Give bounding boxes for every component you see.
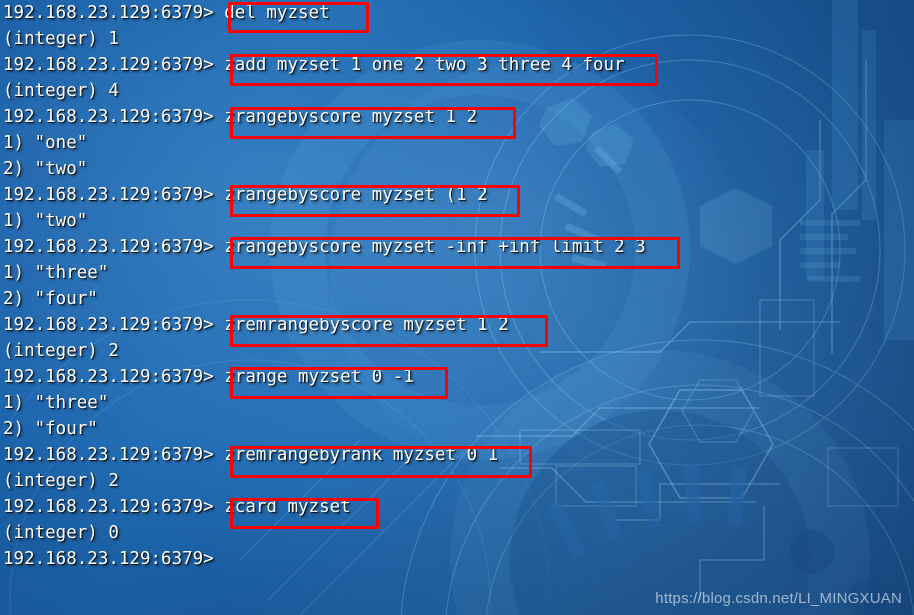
terminal-reply-line: (integer) 1 (3, 29, 119, 49)
command-highlight-box (228, 2, 369, 33)
terminal-prompt: 192.168.23.129:6379> (3, 367, 214, 387)
terminal-reply-line: 2) "four" (3, 419, 98, 439)
terminal-prompt: 192.168.23.129:6379> (3, 237, 214, 257)
terminal-reply-line: 1) "one" (3, 133, 88, 153)
terminal-reply-line: (integer) 4 (3, 81, 119, 101)
command-highlight-box (230, 498, 379, 529)
terminal-command-line: 192.168.23.129:6379> (3, 546, 214, 572)
terminal-reply-line: 2) "four" (3, 289, 98, 309)
terminal-prompt: 192.168.23.129:6379> (3, 185, 214, 205)
terminal-reply-line: (integer) 2 (3, 341, 119, 361)
terminal-prompt: 192.168.23.129:6379> (3, 55, 214, 75)
command-highlight-box (230, 315, 548, 347)
command-highlight-box (230, 185, 520, 217)
terminal-reply-line: 2) "two" (3, 159, 88, 179)
terminal-prompt: 192.168.23.129:6379> (3, 549, 214, 569)
screenshot-root: 192.168.23.129:6379> del myzset (integer)… (0, 0, 914, 615)
terminal-reply-line: 1) "two" (3, 211, 88, 231)
command-highlight-box (230, 367, 448, 399)
terminal-reply-line: (integer) 0 (3, 523, 119, 543)
terminal-prompt: 192.168.23.129:6379> (3, 445, 214, 465)
terminal-prompt: 192.168.23.129:6379> (3, 315, 214, 335)
command-highlight-box (230, 237, 680, 269)
command-highlight-box (230, 107, 516, 139)
terminal-prompt: 192.168.23.129:6379> (3, 107, 214, 127)
terminal-reply-line: (integer) 2 (3, 471, 119, 491)
terminal-prompt: 192.168.23.129:6379> (3, 497, 214, 517)
terminal-reply-line: 1) "three" (3, 263, 109, 283)
terminal-reply-line: 1) "three" (3, 393, 109, 413)
command-highlight-box (230, 446, 532, 478)
watermark-text: https://blog.csdn.net/LI_MINGXUAN (655, 590, 902, 607)
terminal-prompt: 192.168.23.129:6379> (3, 3, 214, 23)
command-highlight-box (230, 54, 658, 86)
terminal-output[interactable]: 192.168.23.129:6379> del myzset (integer)… (3, 0, 914, 615)
